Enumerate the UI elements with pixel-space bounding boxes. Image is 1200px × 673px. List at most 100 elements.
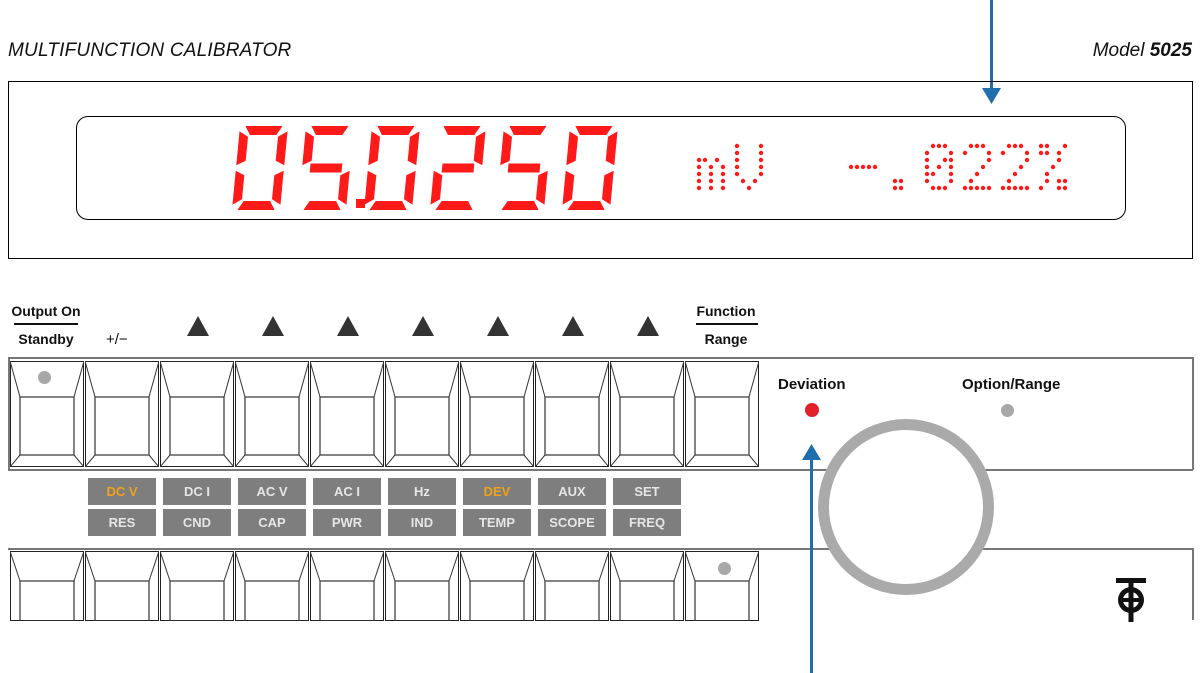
- digit-segment: [509, 126, 547, 135]
- matrix-dot: [962, 150, 968, 156]
- matrix-dot: [1006, 143, 1012, 149]
- matrix-dot: [752, 178, 758, 184]
- digit-segment: [377, 126, 415, 135]
- manufacturer-logo-icon: [1116, 578, 1146, 622]
- matrix-dot: [1056, 157, 1062, 163]
- function-select-key[interactable]: [84, 550, 159, 621]
- function-divider: [696, 323, 758, 325]
- matrix-dot: [758, 143, 764, 149]
- digit-segment: [237, 201, 275, 210]
- dot-matrix-char: [848, 164, 878, 170]
- matrix-dot: [1018, 185, 1024, 191]
- function-select-key[interactable]: [534, 550, 609, 621]
- matrix-dot: [1044, 178, 1050, 184]
- matrix-dot: [1056, 178, 1062, 184]
- matrix-dot: [734, 171, 740, 177]
- digit-segment: [602, 170, 614, 205]
- matrix-dot: [1062, 178, 1068, 184]
- mode-key[interactable]: [9, 550, 84, 621]
- matrix-dot: [1024, 185, 1030, 191]
- digit-segment: [567, 201, 605, 210]
- matrix-dot: [696, 178, 702, 184]
- matrix-dot: [758, 150, 764, 156]
- digit-up-key[interactable]: [459, 360, 534, 467]
- matrix-dot: [708, 171, 714, 177]
- digit-segment: [536, 170, 548, 205]
- function-label-temp: TEMP: [463, 509, 531, 536]
- output-divider: [14, 323, 78, 325]
- function-range-key[interactable]: [684, 360, 759, 467]
- matrix-dot: [936, 143, 942, 149]
- up-triangle-icon: [187, 316, 209, 336]
- up-triangle-icon: [487, 316, 509, 336]
- matrix-dot: [696, 185, 702, 191]
- matrix-dot: [930, 171, 936, 177]
- digit-up-key[interactable]: [309, 360, 384, 467]
- matrix-dot: [708, 185, 714, 191]
- model-prefix: Model: [1092, 40, 1145, 61]
- function-label-res: RES: [88, 509, 156, 536]
- dot-matrix-char: [962, 143, 992, 191]
- function-select-key[interactable]: [159, 550, 234, 621]
- function-select-key[interactable]: [309, 550, 384, 621]
- matrix-dot: [974, 143, 980, 149]
- digit-segment: [272, 170, 284, 205]
- digit-up-key[interactable]: [159, 360, 234, 467]
- matrix-dot: [930, 143, 936, 149]
- seven-segment-digit: [500, 126, 548, 210]
- matrix-dot: [948, 150, 954, 156]
- matrix-dot: [734, 164, 740, 170]
- matrix-dot: [696, 164, 702, 170]
- matrix-dot: [720, 178, 726, 184]
- function-select-key[interactable]: [459, 550, 534, 621]
- digit-segment: [309, 163, 343, 173]
- annotation-arrow-bottom: [810, 458, 813, 673]
- digit-segment: [407, 131, 420, 166]
- plus-minus-label: +/−: [106, 331, 128, 348]
- up-triangle-icon: [262, 316, 284, 336]
- matrix-dot: [1012, 143, 1018, 149]
- function-select-key[interactable]: [384, 550, 459, 621]
- digit-segment: [575, 126, 613, 135]
- matrix-dot: [986, 157, 992, 163]
- matrix-dot: [1000, 150, 1006, 156]
- plus-minus-key[interactable]: [84, 360, 159, 467]
- digit-up-key[interactable]: [234, 360, 309, 467]
- up-triangle-icon: [637, 316, 659, 336]
- deviation-label: Deviation: [778, 376, 846, 393]
- range-label: Range: [704, 331, 748, 347]
- digit-up-key[interactable]: [609, 360, 684, 467]
- matrix-dot: [1038, 150, 1044, 156]
- matrix-dot: [962, 185, 968, 191]
- matrix-dot: [1056, 185, 1062, 191]
- main-readout: [232, 126, 618, 210]
- digit-up-key[interactable]: [384, 360, 459, 467]
- matrix-dot: [942, 143, 948, 149]
- matrix-dot: [1050, 164, 1056, 170]
- matrix-dot: [734, 157, 740, 163]
- function-label-dev: DEV: [463, 478, 531, 505]
- matrix-dot: [948, 171, 954, 177]
- function-label-ac-i: AC I: [313, 478, 381, 505]
- matrix-dot: [702, 157, 708, 163]
- rotary-knob[interactable]: [818, 419, 994, 595]
- dot-matrix-char: [892, 178, 904, 191]
- matrix-dot: [892, 178, 898, 184]
- dot-matrix-char: [1038, 143, 1068, 191]
- dot-matrix-char: [1000, 143, 1030, 191]
- function-select-key[interactable]: [234, 550, 309, 621]
- up-triangle-icon: [412, 316, 434, 336]
- deviation-led: [805, 403, 819, 417]
- matrix-dot: [974, 171, 980, 177]
- seven-segment-digit: [302, 126, 350, 210]
- digit-segment: [500, 131, 512, 166]
- matrix-dot: [930, 185, 936, 191]
- digit-up-key[interactable]: [534, 360, 609, 467]
- unit-text: mV: [0, 0, 1, 1]
- matrix-dot: [924, 164, 930, 170]
- matrix-dot: [758, 164, 764, 170]
- instrument-title: MULTIFUNCTION CALIBRATOR: [8, 40, 292, 61]
- matrix-dot: [1062, 185, 1068, 191]
- matrix-dot: [924, 157, 930, 163]
- function-select-key[interactable]: [609, 550, 684, 621]
